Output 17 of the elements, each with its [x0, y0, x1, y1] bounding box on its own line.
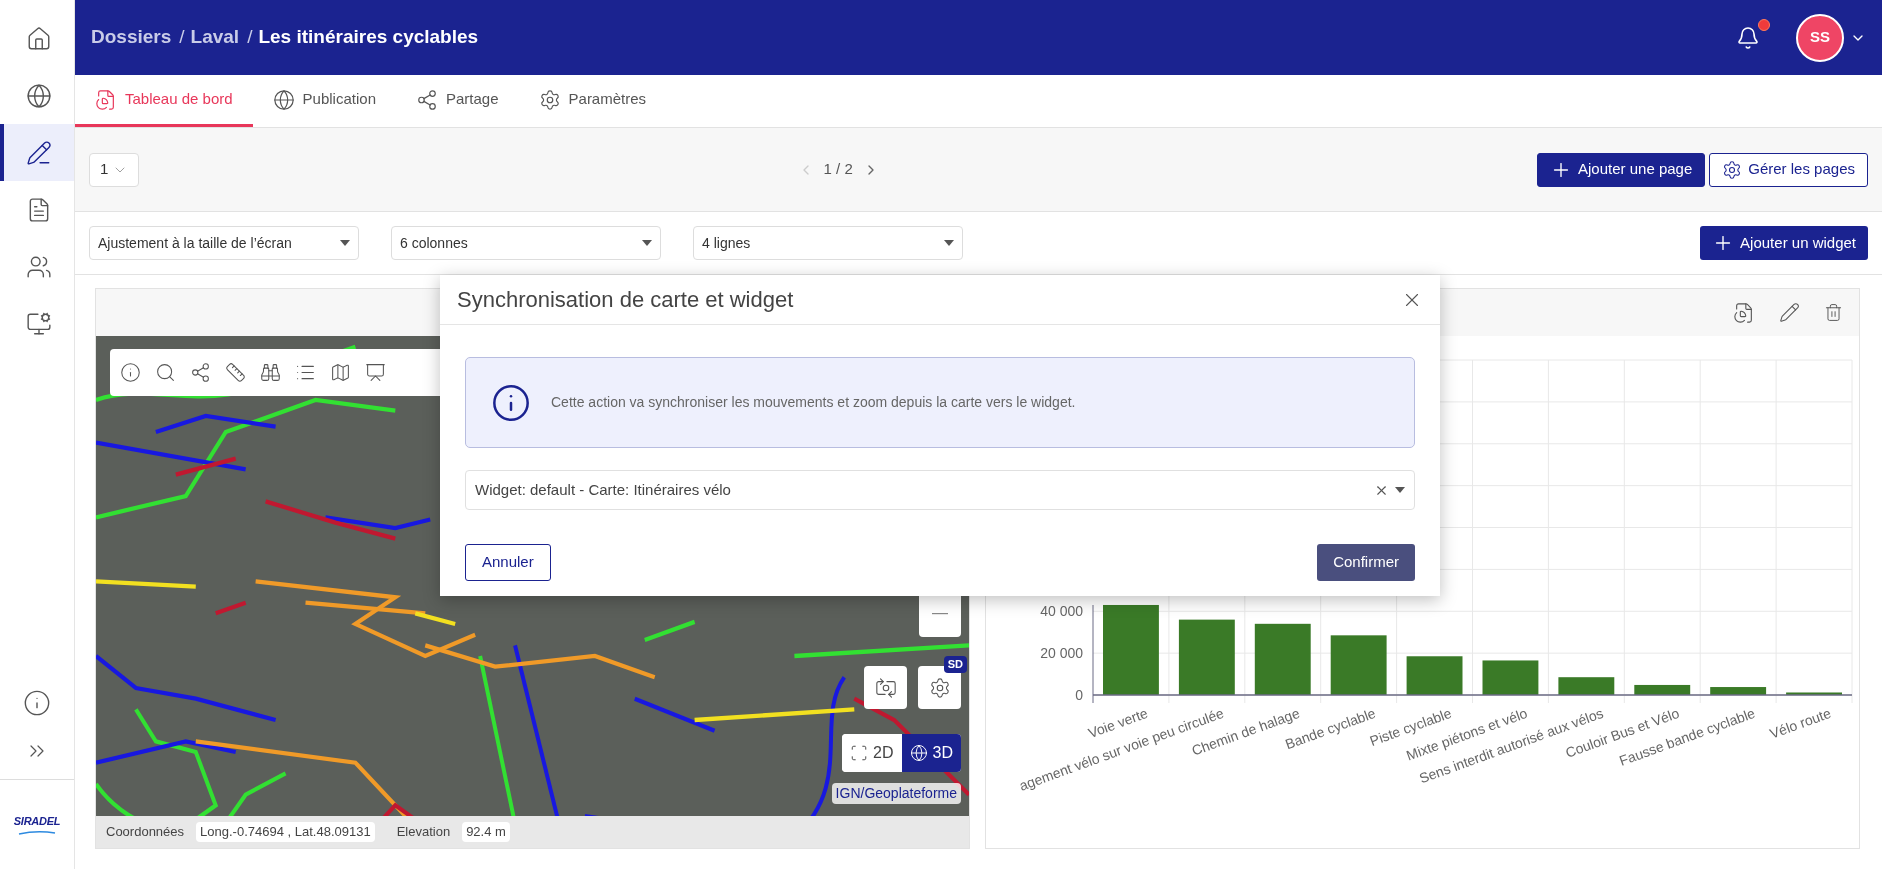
quality-badge: SD [943, 656, 967, 673]
y-tick-label: 20 000 [1040, 645, 1083, 662]
coordinates-value: Long.-0.74694 , Lat.48.09131 [196, 822, 375, 842]
logo-text: SIRADEL [13, 814, 61, 830]
coordinates-label: Coordonnées [106, 823, 185, 842]
map-attribution: IGN/Geoplateforme [831, 783, 961, 804]
select-value: Widget: default - Carte: Itinéraires vélo [475, 479, 731, 500]
y-tick-label: 40 000 [1040, 603, 1083, 620]
breadcrumb-separator: / [247, 25, 253, 50]
elevation-label: Elevation [396, 823, 451, 842]
page-indicator: 1 / 2 [823, 159, 853, 180]
breadcrumb-separator: / [179, 25, 185, 50]
y-tick-label: 0 [1075, 687, 1083, 703]
x-tick-label: Vélo route [1767, 704, 1834, 742]
elevation-value: 92.4 m [462, 822, 510, 842]
dialog-title: Synchronisation de carte et widget [457, 286, 794, 314]
info-text: Cette action va synchroniser les mouvements et zoom depuis la carte vers le widget. [551, 393, 1076, 412]
